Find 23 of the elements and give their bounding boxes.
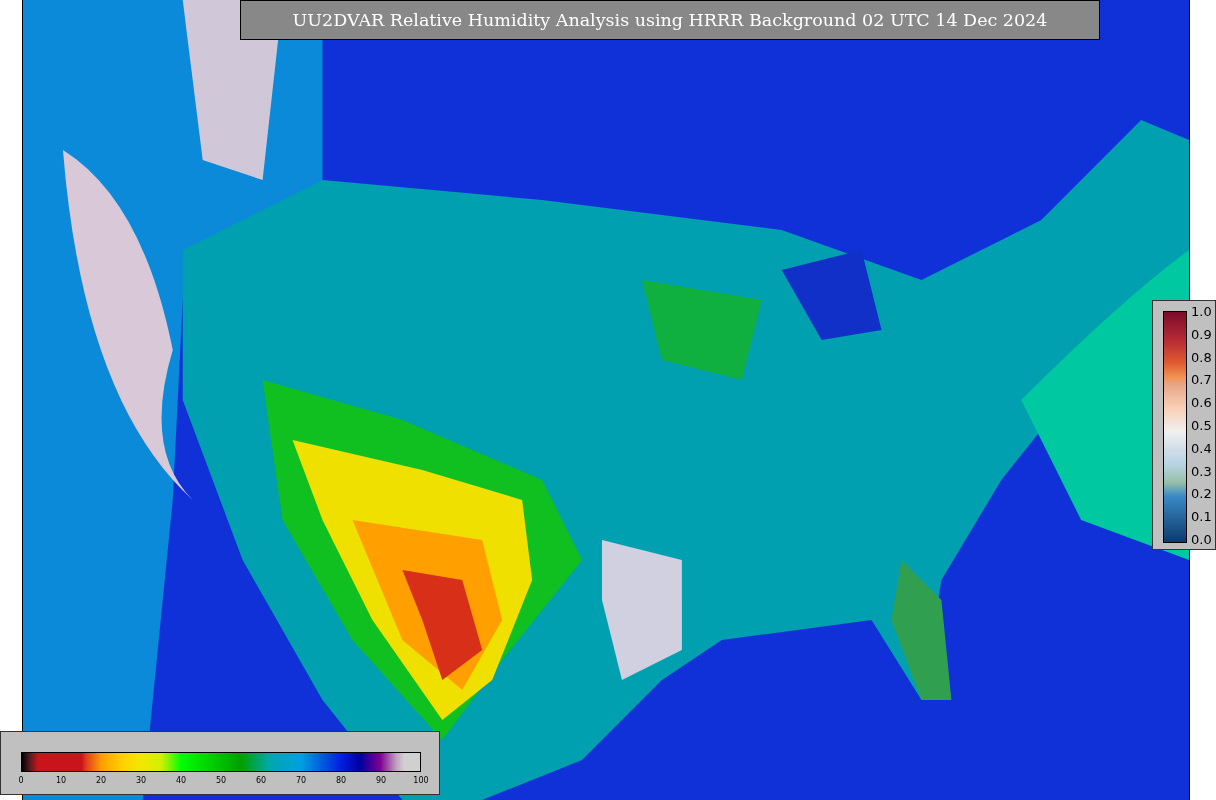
tick-label: 50: [215, 776, 227, 785]
tick-label: 70: [295, 776, 307, 785]
tick-label: 80: [335, 776, 347, 785]
tick-label: 100: [413, 776, 429, 785]
tick-label: 1.0: [1191, 303, 1212, 319]
tick-label: 0.1: [1191, 508, 1212, 524]
tick-label: 0: [18, 776, 24, 785]
tick-label: 10: [55, 776, 67, 785]
tick-label: 0.0: [1191, 531, 1212, 547]
tick-label: 0.6: [1191, 394, 1212, 410]
map-title: UU2DVAR Relative Humidity Analysis using HRRR Background 02 UTC 14 Dec 2024: [240, 0, 1100, 40]
tick-label: 40: [175, 776, 187, 785]
tick-label: 90: [375, 776, 387, 785]
tick-label: 0.4: [1191, 440, 1212, 456]
tick-label: 0.5: [1191, 417, 1212, 433]
tick-label: 20: [95, 776, 107, 785]
tick-label: 0.2: [1191, 485, 1212, 501]
tick-label: 0.7: [1191, 371, 1212, 387]
tick-label: 60: [255, 776, 267, 785]
tick-label: 0.9: [1191, 326, 1212, 342]
tick-label: 0.8: [1191, 349, 1212, 365]
tick-label: 0.3: [1191, 463, 1212, 479]
tick-label: 30: [135, 776, 147, 785]
